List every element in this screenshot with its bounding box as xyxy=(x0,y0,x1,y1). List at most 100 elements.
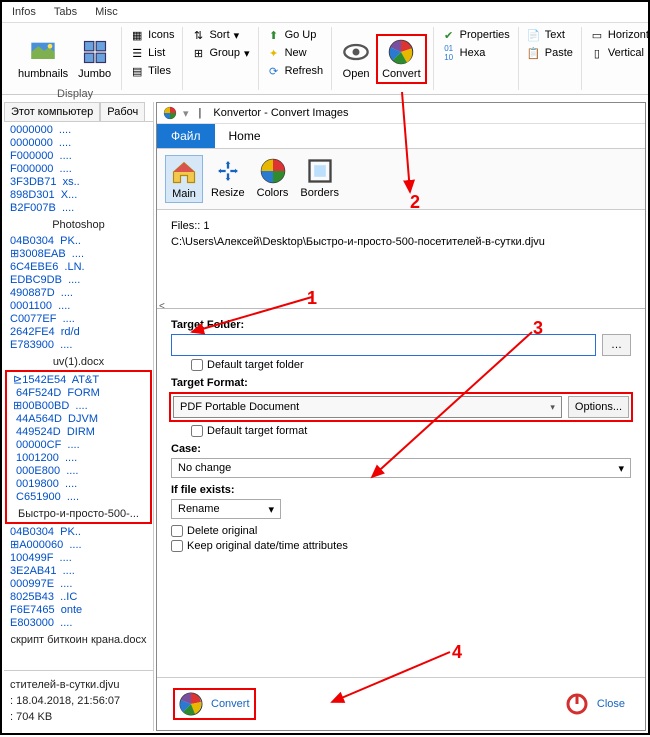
sort-icon: ⇅ xyxy=(191,28,205,42)
default-format-checkbox[interactable]: Default target format xyxy=(191,425,631,437)
hex-block-4[interactable]: 04B0304 PK..⊞A000060 ....100499F ....3E2… xyxy=(4,524,153,632)
convert-button[interactable]: Convert xyxy=(376,34,427,84)
default-folder-checkbox[interactable]: Default target folder xyxy=(191,359,631,371)
dialog-footer: Convert Close xyxy=(157,677,645,730)
group-icon: ⊞ xyxy=(191,46,205,60)
annotation-1: 1 xyxy=(307,288,317,309)
dialog-tabs: Файл Home xyxy=(157,124,645,149)
open-button[interactable]: Open xyxy=(338,36,374,82)
target-folder-label: Target Folder: xyxy=(171,319,631,331)
target-format-combo[interactable]: PDF Portable Document▾ xyxy=(173,396,562,418)
splitter[interactable]: < xyxy=(157,308,645,309)
close-button[interactable]: Close xyxy=(561,692,629,716)
info-filename: стителей-в-сутки.djvu xyxy=(10,677,147,693)
list-icon: ☰ xyxy=(130,46,144,60)
grip-icon: < xyxy=(159,301,165,312)
hex-label-4: скрипт биткоин крана.docx xyxy=(4,632,153,648)
hex-icon: 0110 xyxy=(442,46,456,60)
sort-button[interactable]: ⇅Sort ▾ xyxy=(189,27,251,43)
files-count: Files:: 1 xyxy=(171,220,631,232)
menu-bar: Infos Tabs Misc xyxy=(2,2,648,23)
hex-label-1: Photoshop xyxy=(4,217,153,233)
eye-icon xyxy=(342,38,370,66)
hex-block-2[interactable]: 04B0304 PK..⊞3008EAB ....6C4EBE6 .LN.EDB… xyxy=(4,233,153,354)
jumbo-label: Jumbo xyxy=(78,68,111,80)
dialog-title: Konvertor - Convert Images xyxy=(213,107,348,119)
case-combo[interactable]: No change▾ xyxy=(171,458,631,478)
paste-icon: 📋 xyxy=(527,46,541,60)
convert-run-icon xyxy=(179,692,203,716)
vertical-icon: ▯ xyxy=(590,46,604,60)
horizontal-button[interactable]: ▭Horizontal xyxy=(588,27,650,43)
annotation-3: 3 xyxy=(533,318,543,339)
tab-file[interactable]: Файл xyxy=(157,124,215,148)
new-icon: ✦ xyxy=(267,46,281,60)
vertical-button[interactable]: ▯Vertical xyxy=(588,45,650,61)
jumbo-button[interactable]: Jumbo xyxy=(74,36,115,82)
house-icon xyxy=(170,158,198,186)
thumbnails-label: humbnails xyxy=(18,68,68,80)
resize-icon xyxy=(214,157,242,185)
tiles-button[interactable]: ▤Tiles xyxy=(128,63,176,79)
info-date: : 18.04.2018, 21:56:07 xyxy=(10,693,147,709)
info-size: : 704 KB xyxy=(10,709,147,725)
lp-tab-desktop[interactable]: Рабоч xyxy=(100,102,145,121)
convert-aperture-icon xyxy=(387,38,415,66)
list-button[interactable]: ☰List xyxy=(128,45,176,61)
hexa-button[interactable]: 0110Hexa xyxy=(440,45,512,61)
text-button[interactable]: 📄Text xyxy=(525,27,575,43)
menu-tabs[interactable]: Tabs xyxy=(54,6,77,18)
colors-tab-button[interactable]: Colors xyxy=(253,155,293,203)
dialog-ribbon: Main Resize Colors Borders xyxy=(157,149,645,210)
borders-tab-button[interactable]: Borders xyxy=(296,155,343,203)
case-label: Case: xyxy=(171,443,631,455)
dialog-body: Files:: 1 C:\Users\Алексей\Desktop\Быстр… xyxy=(157,210,645,677)
convert-dialog: ▾ | Konvertor - Convert Images Файл Home… xyxy=(156,102,646,731)
convert-action-button[interactable]: Convert xyxy=(173,688,256,720)
thumbnails-icon xyxy=(29,38,57,66)
main-tab-button[interactable]: Main xyxy=(165,155,203,203)
hex-block-1[interactable]: 0000000 ....0000000 ....F000000 ....F000… xyxy=(4,122,153,217)
refresh-icon: ⟳ xyxy=(267,64,281,78)
thumbnails-button[interactable]: humbnails xyxy=(14,36,72,82)
chevron-down-icon: ▾ xyxy=(268,503,274,516)
app-aperture-icon xyxy=(163,106,177,120)
file-path: C:\Users\Алексей\Desktop\Быстро-и-просто… xyxy=(171,236,631,248)
menu-infos[interactable]: Infos xyxy=(12,6,36,18)
keep-date-checkbox[interactable]: Keep original date/time attributes xyxy=(171,540,631,552)
ribbon-group-label: Display xyxy=(57,88,93,100)
paste-button[interactable]: 📋Paste xyxy=(525,45,575,61)
file-info-panel: стителей-в-сутки.djvu : 18.04.2018, 21:5… xyxy=(4,670,153,731)
horizontal-icon: ▭ xyxy=(590,28,604,42)
ifexists-combo[interactable]: Rename▾ xyxy=(171,499,281,519)
annotation-4: 4 xyxy=(452,642,462,663)
group-button[interactable]: ⊞Group ▾ xyxy=(189,45,251,61)
tab-home[interactable]: Home xyxy=(215,124,275,148)
lp-tab-computer[interactable]: Этот компьютер xyxy=(4,102,100,121)
jumbo-icon xyxy=(81,38,109,66)
colors-aperture-icon xyxy=(259,157,287,185)
properties-button[interactable]: ✔Properties xyxy=(440,27,512,43)
power-icon xyxy=(565,692,589,716)
up-arrow-icon: ⬆ xyxy=(267,28,281,42)
refresh-button[interactable]: ⟳Refresh xyxy=(265,63,326,79)
hex-label-3: Быстро-и-просто-500-... xyxy=(7,506,150,522)
target-format-label: Target Format: xyxy=(171,377,631,389)
resize-tab-button[interactable]: Resize xyxy=(207,155,249,203)
tiles-icon: ▤ xyxy=(130,64,144,78)
browse-button[interactable]: … xyxy=(602,334,631,356)
dialog-titlebar: ▾ | Konvertor - Convert Images xyxy=(157,103,645,124)
ifexists-label: If file exists: xyxy=(171,484,631,496)
goup-button[interactable]: ⬆Go Up xyxy=(265,27,326,43)
new-button[interactable]: ✦New xyxy=(265,45,326,61)
menu-misc[interactable]: Misc xyxy=(95,6,118,18)
hex-block-3[interactable]: ⊵1542E54 AT&T 64F524D FORM⊞00B00BD .... … xyxy=(7,372,150,506)
delete-original-checkbox[interactable]: Delete original xyxy=(171,525,631,537)
chevron-down-icon: ▾ xyxy=(550,402,555,413)
borders-icon xyxy=(306,157,334,185)
hex-label-2: uv(1).docx xyxy=(4,354,153,370)
format-options-button[interactable]: Options... xyxy=(568,396,629,418)
icons-button[interactable]: ▦Icons xyxy=(128,27,176,43)
chevron-down-icon: ▾ xyxy=(618,462,624,475)
annotation-2: 2 xyxy=(410,192,420,213)
